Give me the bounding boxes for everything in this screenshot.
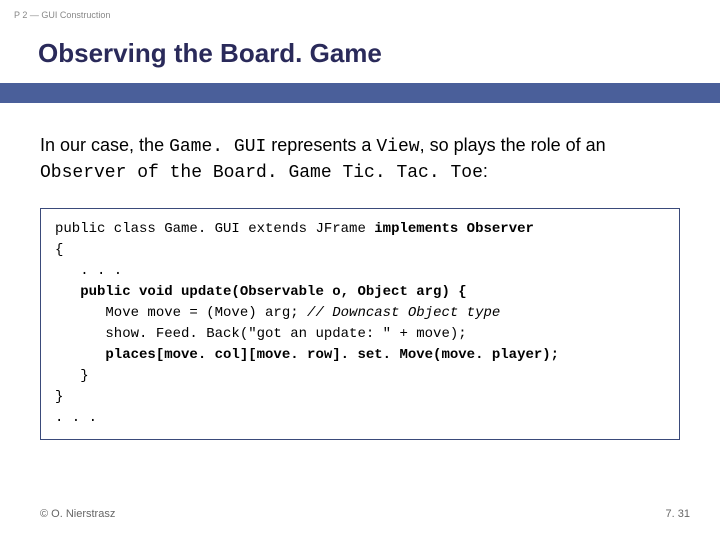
footer-copyright: © O. Nierstrasz — [40, 508, 115, 520]
code-l1b: implements Observer — [374, 221, 534, 237]
intro-t1: In our case, the — [40, 135, 169, 155]
code-l5a: Move move = (Move) arg; — [55, 305, 307, 321]
content-area: In our case, the Game. GUI represents a … — [0, 103, 720, 440]
divider-bar — [0, 83, 720, 103]
intro-t3: , so plays the role of an — [420, 135, 606, 155]
code-l10: . . . — [55, 410, 97, 426]
intro-t4: : — [483, 161, 488, 181]
code-l6: show. Feed. Back("got an update: " + mov… — [55, 326, 467, 342]
intro-text: In our case, the Game. GUI represents a … — [40, 133, 680, 186]
code-l7: places[move. col][move. row]. set. Move(… — [55, 347, 559, 363]
footer-page-number: 7. 31 — [666, 508, 690, 520]
code-l3: . . . — [55, 263, 122, 279]
code-l8: } — [55, 368, 89, 384]
code-l1a: public class Game. GUI extends JFrame — [55, 221, 374, 237]
code-l9: } — [55, 389, 63, 405]
page-title: Observing the Board. Game — [0, 20, 720, 83]
intro-t2: represents a — [266, 135, 376, 155]
code-l4: public void update(Observable o, Object … — [55, 284, 467, 300]
code-l2: { — [55, 242, 63, 258]
code-block: public class Game. GUI extends JFrame im… — [40, 208, 680, 440]
code-l5b: // Downcast Object type — [307, 305, 500, 321]
intro-c2: View — [376, 137, 419, 157]
breadcrumb: P 2 — GUI Construction — [0, 0, 720, 20]
intro-c1: Game. GUI — [169, 137, 266, 157]
intro-c3: Observer of the Board. Game Tic. Tac. To… — [40, 163, 483, 183]
